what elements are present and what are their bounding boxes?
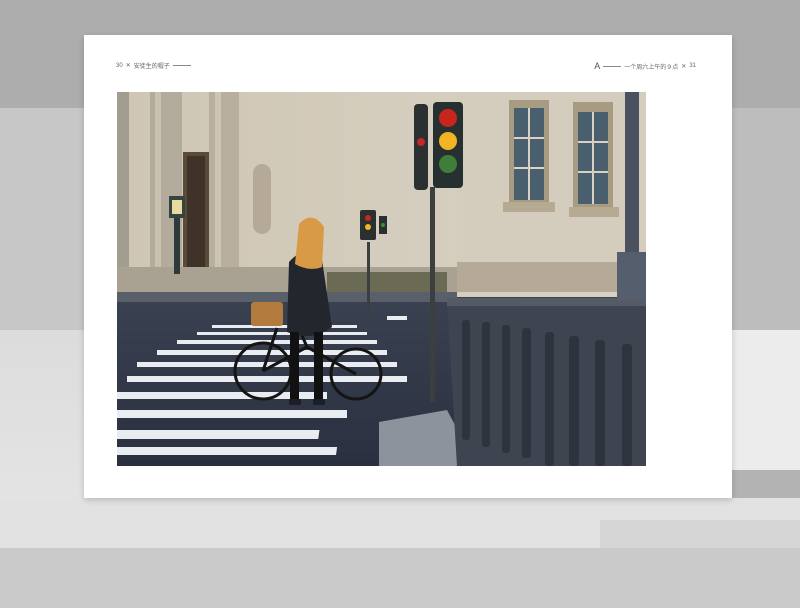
header-rule [603,65,622,67]
photo-street-scene [117,92,646,466]
separator-mark: ✕ [681,63,687,70]
header-rule [172,65,191,66]
section-mark: A [594,61,601,71]
backdrop-right-panel [732,108,800,338]
separator-mark: ✕ [125,63,131,69]
left-page-header: 30 ✕ 安徒生的帽子 [116,61,191,70]
backdrop-left-panel [0,108,84,338]
right-page-header: A 一个周六上午的９点 ✕ 31 [594,61,696,71]
left-page-number: 30 [116,62,123,69]
right-page-number: 31 [689,63,696,69]
backdrop-bottom [0,548,800,608]
backdrop-right-lower [732,330,800,470]
right-running-title: 一个周六上午的９点 [624,64,679,71]
left-running-title: 安徒生的帽子 [133,64,170,70]
book-spread: 30 ✕ 安徒生的帽子 A 一个周六上午的９点 ✕ 31 [84,35,732,498]
